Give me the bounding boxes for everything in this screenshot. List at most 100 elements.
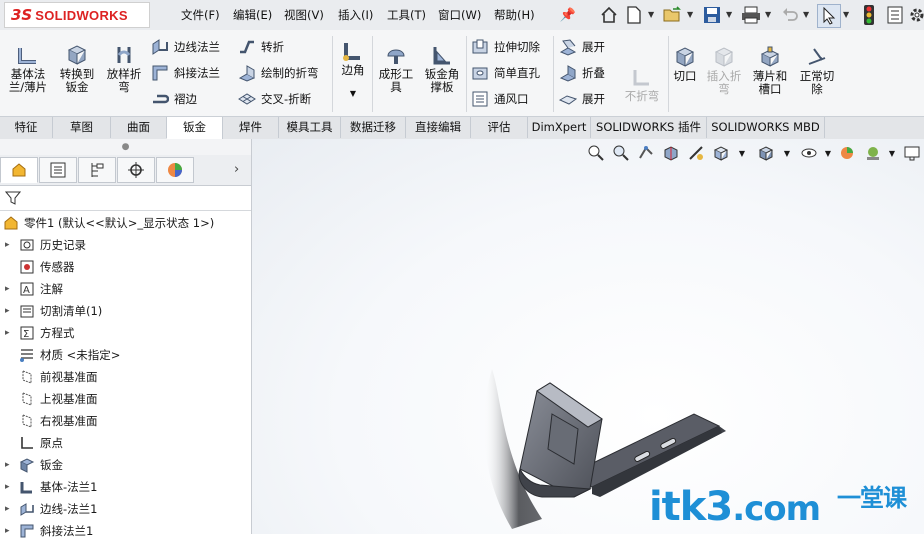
normal-cut-button[interactable]: 正常切 除 xyxy=(796,46,838,96)
tree-item[interactable]: 右视基准面 xyxy=(0,410,251,432)
new-dropdown-icon[interactable]: ▼ xyxy=(648,10,654,19)
tab-solidworks-addins[interactable]: SOLIDWORKS 插件 xyxy=(591,117,707,138)
tab-direct-editing[interactable]: 直接编辑 xyxy=(406,117,471,138)
tab-evaluate[interactable]: 评估 xyxy=(471,117,528,138)
menu-window[interactable]: 窗口(W) xyxy=(438,7,481,23)
menu-file[interactable]: 文件(F) xyxy=(181,7,220,23)
tree-item[interactable]: ▸ A 注解 xyxy=(0,278,251,300)
tree-item[interactable]: 传感器 xyxy=(0,256,251,278)
hide-show-dropdown-icon[interactable]: ▼ xyxy=(818,143,838,163)
forming-tool-button[interactable]: 成形工 具 xyxy=(376,44,416,94)
propertymanager-tab[interactable] xyxy=(39,157,77,183)
vent-button[interactable]: 通风口 xyxy=(471,89,529,109)
panel-collapse-handle[interactable]: ● xyxy=(0,139,251,155)
chevron-right-icon[interactable]: › xyxy=(234,162,239,177)
tree-item[interactable]: 材质 <未指定> xyxy=(0,344,251,366)
cross-break-button[interactable]: 交叉-折断 xyxy=(238,89,311,109)
view-settings-icon[interactable] xyxy=(902,143,922,163)
expand-arrow-icon[interactable]: ▸ xyxy=(5,240,13,250)
lofted-bend-button[interactable]: 放样折 弯 xyxy=(103,44,145,94)
tree-item[interactable]: ▸ 斜接法兰1 xyxy=(0,520,251,542)
tree-item[interactable]: ▸ 钣金 xyxy=(0,454,251,476)
section-view-icon[interactable] xyxy=(661,143,681,163)
menu-view[interactable]: 视图(V) xyxy=(284,7,324,23)
tab-sketch[interactable]: 草图 xyxy=(53,117,111,138)
base-flange-button[interactable]: 基体法 兰/薄片 xyxy=(6,44,50,94)
apply-scene-icon[interactable] xyxy=(863,143,883,163)
expand-arrow-icon[interactable]: ▸ xyxy=(5,306,13,316)
tab-features[interactable]: 特征 xyxy=(0,117,53,138)
print-dropdown-icon[interactable]: ▼ xyxy=(765,10,771,19)
menu-insert[interactable]: 插入(I) xyxy=(338,7,373,23)
edit-appearance-icon[interactable] xyxy=(838,143,858,163)
convert-to-sheet-metal-button[interactable]: 转换到 钣金 xyxy=(54,44,100,94)
zoom-to-fit-icon[interactable] xyxy=(586,143,606,163)
tab-dimxpert[interactable]: DimXpert xyxy=(528,117,591,138)
save-dropdown-icon[interactable]: ▼ xyxy=(726,10,732,19)
corners-dropdown-icon[interactable]: ▼ xyxy=(336,87,370,100)
tree-item[interactable]: 上视基准面 xyxy=(0,388,251,410)
sheet-metal-gusset-button[interactable]: 钣金角 撑板 xyxy=(421,44,463,94)
corners-button[interactable]: 边角 ▼ xyxy=(336,40,370,100)
dynamic-annotation-icon[interactable] xyxy=(686,143,706,163)
view-orientation-icon[interactable] xyxy=(711,143,731,163)
tree-item[interactable]: ▸ 边线-法兰1 xyxy=(0,498,251,520)
traffic-light-icon[interactable] xyxy=(858,4,880,26)
open-icon[interactable] xyxy=(662,4,684,26)
sketched-bend-button[interactable]: 绘制的折弯 xyxy=(238,63,319,83)
new-document-icon[interactable] xyxy=(623,4,645,26)
displaymanager-tab[interactable] xyxy=(156,157,194,183)
tree-root[interactable]: 零件1 (默认<<默认>_显示状态 1>) xyxy=(0,212,251,234)
tab-solidworks-mbd[interactable]: SOLIDWORKS MBD xyxy=(707,117,825,138)
tab-data-migration[interactable]: 数据迁移 xyxy=(341,117,406,138)
jog-button[interactable]: 转折 xyxy=(238,37,284,57)
miter-flange-button[interactable]: 斜接法兰 xyxy=(151,63,220,83)
graphics-viewport[interactable]: ▼ ▼ ▼ ▼ itk3.com 一堂课 xyxy=(252,139,924,534)
insert-bends-button[interactable]: 插入折 弯 xyxy=(704,46,744,96)
filter-icon[interactable] xyxy=(5,190,21,206)
pin-icon[interactable]: 📌 xyxy=(557,4,579,26)
tab-surfaces[interactable]: 曲面 xyxy=(111,117,167,138)
menu-help[interactable]: 帮助(H) xyxy=(494,7,535,23)
expand-arrow-icon[interactable]: ▸ xyxy=(5,284,13,294)
tree-item[interactable]: ▸ 基体-法兰1 xyxy=(0,476,251,498)
tab-mold-tools[interactable]: 模具工具 xyxy=(279,117,341,138)
apply-scene-dropdown-icon[interactable]: ▼ xyxy=(882,143,902,163)
home-icon[interactable] xyxy=(598,4,620,26)
no-bends-button[interactable]: 不折弯 xyxy=(622,66,662,103)
tree-item[interactable]: 前视基准面 xyxy=(0,366,251,388)
hide-show-items-icon[interactable] xyxy=(799,143,819,163)
print-icon[interactable] xyxy=(740,4,762,26)
tab-and-slot-button[interactable]: 薄片和 槽口 xyxy=(750,46,790,96)
unfold-button[interactable]: 展开 xyxy=(559,37,605,57)
select-dropdown-icon[interactable]: ▼ xyxy=(843,10,849,19)
expand-arrow-icon[interactable]: ▸ xyxy=(5,328,13,338)
undo-icon[interactable] xyxy=(779,4,801,26)
featuremanager-tab[interactable] xyxy=(0,157,38,183)
undo-dropdown-icon[interactable]: ▼ xyxy=(803,10,809,19)
expand-arrow-icon[interactable]: ▸ xyxy=(5,526,13,536)
configurationmanager-tab[interactable] xyxy=(78,157,116,183)
file-properties-icon[interactable] xyxy=(884,4,906,26)
tab-weldments[interactable]: 焊件 xyxy=(223,117,279,138)
tree-item[interactable]: ▸ 历史记录 xyxy=(0,234,251,256)
dimxpertmanager-tab[interactable] xyxy=(117,157,155,183)
select-cursor-icon[interactable] xyxy=(817,4,841,28)
options-gear-icon[interactable] xyxy=(906,4,924,26)
expand-arrow-icon[interactable]: ▸ xyxy=(5,504,13,514)
tree-item[interactable]: 原点 xyxy=(0,432,251,454)
expand-arrow-icon[interactable]: ▸ xyxy=(5,460,13,470)
menu-edit[interactable]: 编辑(E) xyxy=(233,7,272,23)
tree-item[interactable]: ▸ 切割清单(1) xyxy=(0,300,251,322)
simple-hole-button[interactable]: 简单直孔 xyxy=(471,63,540,83)
zoom-to-area-icon[interactable] xyxy=(611,143,631,163)
edge-flange-button[interactable]: 边线法兰 xyxy=(151,37,220,57)
tree-item[interactable]: ▸ Σ 方程式 xyxy=(0,322,251,344)
tab-sheet-metal[interactable]: 钣金 xyxy=(167,117,223,139)
extruded-cut-button[interactable]: 拉伸切除 xyxy=(471,37,540,57)
expand-arrow-icon[interactable]: ▸ xyxy=(5,482,13,492)
menu-tools[interactable]: 工具(T) xyxy=(387,7,426,23)
previous-view-icon[interactable] xyxy=(636,143,656,163)
rip-button[interactable]: 切口 xyxy=(671,46,699,83)
display-style-dropdown-icon[interactable]: ▼ xyxy=(777,143,797,163)
